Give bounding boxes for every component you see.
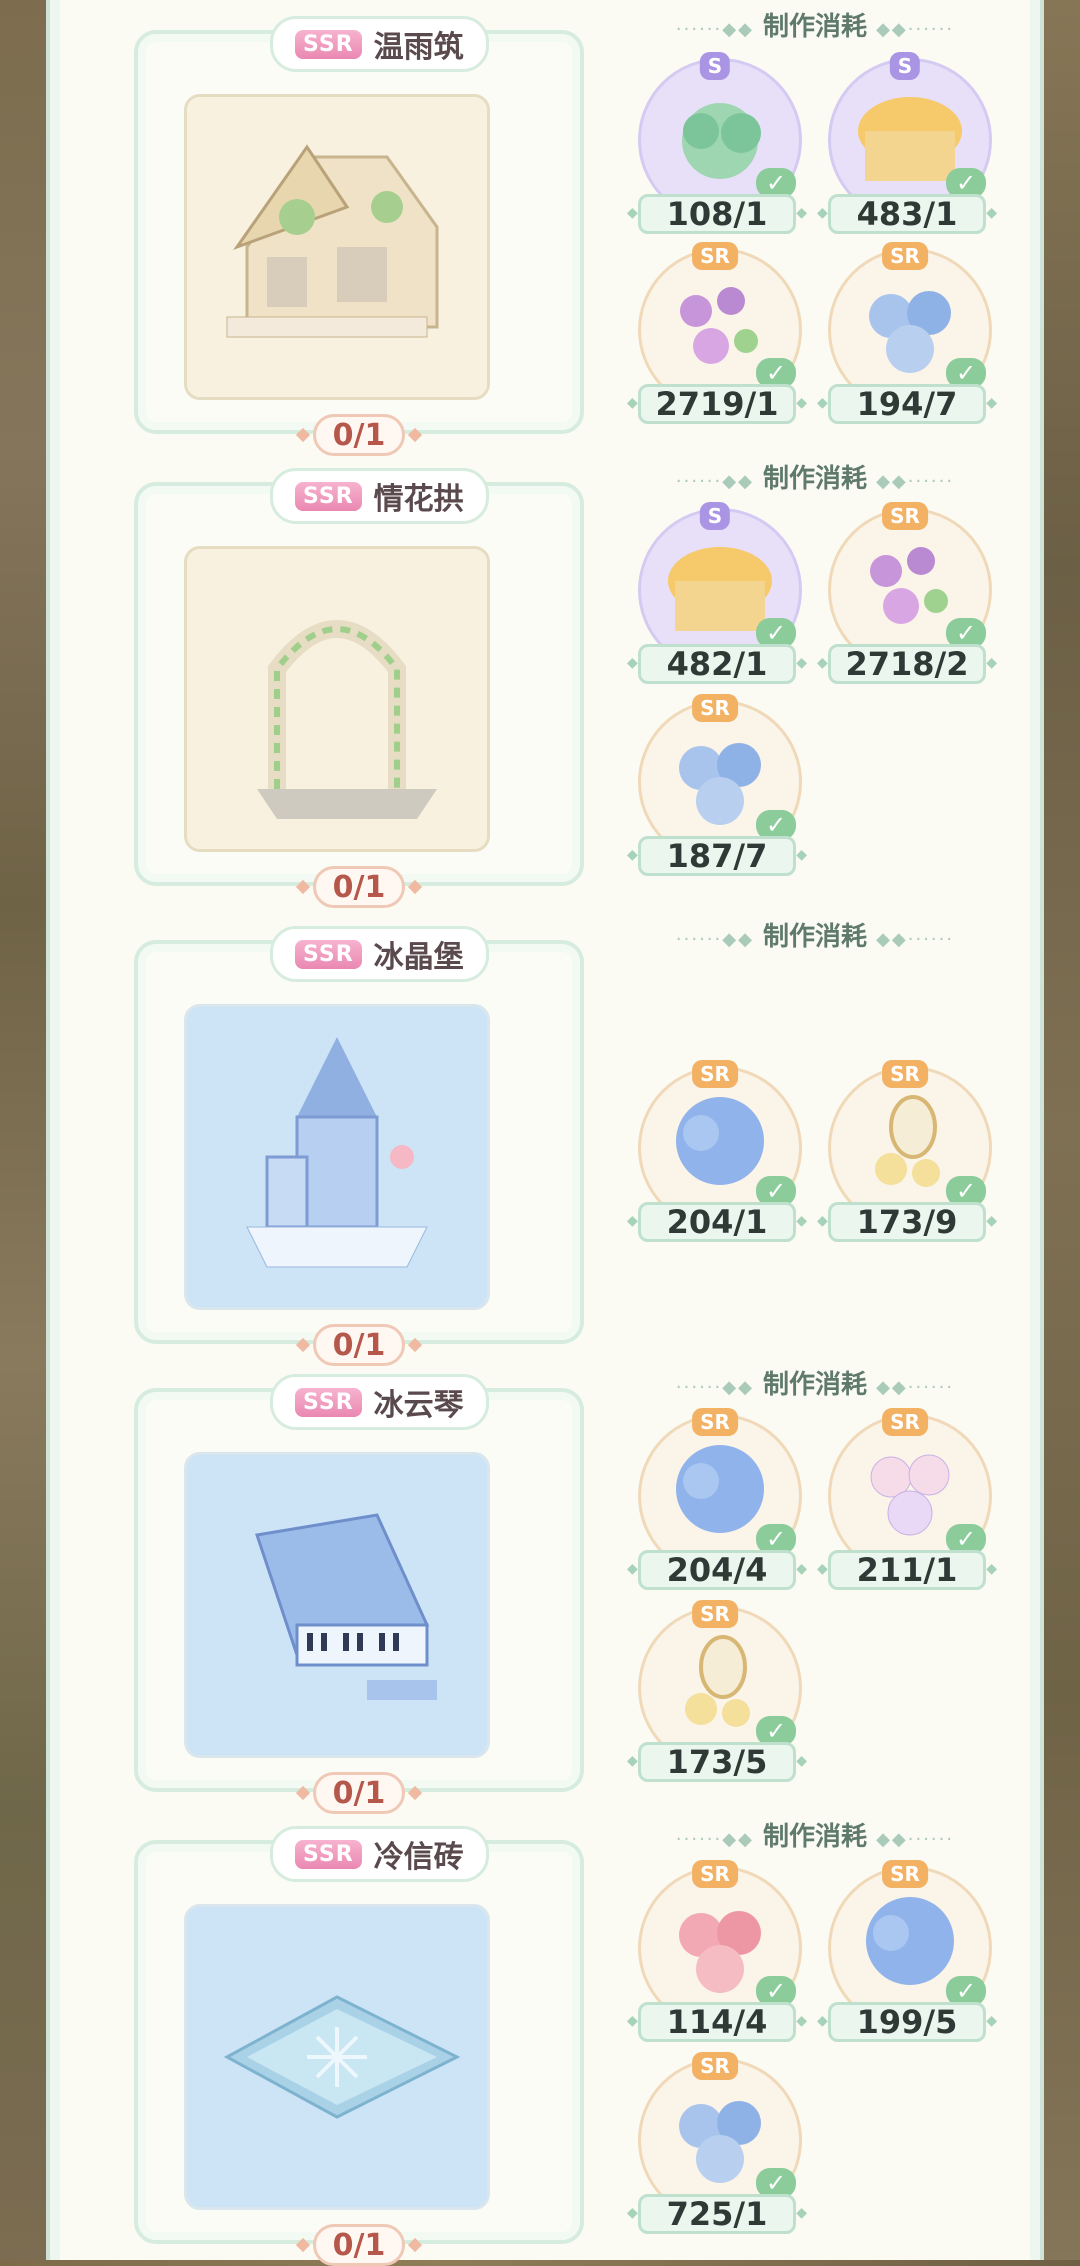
owned-count: 0/1: [313, 1772, 405, 1814]
grade-badge: SR: [692, 1860, 738, 1888]
grade-badge: SR: [692, 1408, 738, 1436]
grade-badge: SR: [692, 242, 738, 270]
materials-header: ······◆◆ 制作消耗 ◆◆······: [675, 12, 955, 42]
item-name: 情花拱: [373, 482, 464, 517]
ice-castle-image: [184, 1004, 490, 1310]
material-quantity: 199/5: [817, 2002, 997, 2042]
material-quantity: 482/1: [627, 644, 807, 684]
material-slot[interactable]: SR ✓ 187/7: [627, 694, 807, 880]
item-title: SSR 冰云琴: [270, 1374, 489, 1430]
grade-badge: S: [699, 502, 731, 530]
item-card[interactable]: SSR 冰云琴 0/1: [134, 1374, 584, 1814]
ssr-badge: SSR: [295, 939, 362, 969]
material-quantity: 211/1: [817, 1550, 997, 1590]
item-name: 温雨筑: [373, 30, 464, 65]
grade-badge: SR: [882, 1408, 928, 1436]
material-quantity: 114/4: [627, 2002, 807, 2042]
backdrop-left: [0, 0, 48, 2260]
ice-piano-image: [184, 1452, 490, 1758]
material-slot[interactable]: SR ✓ 204/4: [627, 1408, 807, 1594]
owned-count: 0/1: [313, 866, 405, 908]
item-title: SSR 冷信砖: [270, 1826, 489, 1882]
material-slot[interactable]: S ✓ 483/1: [817, 52, 997, 238]
material-quantity: 204/1: [627, 1202, 807, 1242]
item-card[interactable]: SSR 温雨筑 0/1: [134, 16, 584, 456]
grade-badge: SR: [692, 2052, 738, 2080]
material-quantity: 173/5: [627, 1742, 807, 1782]
ssr-badge: SSR: [295, 1839, 362, 1869]
material-slot[interactable]: SR ✓ 199/5: [817, 1860, 997, 2046]
material-slot[interactable]: S ✓ 482/1: [627, 502, 807, 688]
material-quantity: 194/7: [817, 384, 997, 424]
item-card[interactable]: SSR 情花拱 0/1: [134, 468, 584, 908]
flower-arch-image: [184, 546, 490, 852]
grade-badge: SR: [882, 502, 928, 530]
item-title: SSR 温雨筑: [270, 16, 489, 72]
grade-badge: S: [889, 52, 921, 80]
item-title: SSR 情花拱: [270, 468, 489, 524]
materials-header: ······◆◆ 制作消耗 ◆◆······: [675, 922, 955, 952]
grade-badge: SR: [692, 694, 738, 722]
material-quantity: 204/4: [627, 1550, 807, 1590]
grade-badge: SR: [692, 1060, 738, 1088]
materials-header: ······◆◆ 制作消耗 ◆◆······: [675, 464, 955, 494]
item-name: 冰晶堡: [373, 940, 464, 975]
owned-count: 0/1: [313, 1324, 405, 1366]
item-name: 冰云琴: [373, 1388, 464, 1423]
material-slot[interactable]: SR ✓ 204/1: [627, 1060, 807, 1246]
grade-badge: S: [699, 52, 731, 80]
material-quantity: 725/1: [627, 2194, 807, 2234]
materials-header: ······◆◆ 制作消耗 ◆◆······: [675, 1822, 955, 1852]
material-slot[interactable]: SR ✓ 211/1: [817, 1408, 997, 1594]
item-name: 冷信砖: [373, 1840, 464, 1875]
item-card[interactable]: SSR 冷信砖 0/1: [134, 1826, 584, 2266]
material-quantity: 108/1: [627, 194, 807, 234]
material-quantity: 483/1: [817, 194, 997, 234]
material-slot[interactable]: SR ✓ 173/5: [627, 1600, 807, 1786]
materials-header: ······◆◆ 制作消耗 ◆◆······: [675, 1370, 955, 1400]
grade-badge: SR: [692, 1600, 738, 1628]
item-card[interactable]: SSR 冰晶堡 0/1: [134, 926, 584, 1366]
material-slot[interactable]: SR ✓ 194/7: [817, 242, 997, 428]
cottage-house-image: [184, 94, 490, 400]
material-quantity: 2718/2: [817, 644, 997, 684]
ssr-badge: SSR: [295, 1387, 362, 1417]
ssr-badge: SSR: [295, 29, 362, 59]
material-slot[interactable]: SR ✓ 725/1: [627, 2052, 807, 2238]
material-quantity: 187/7: [627, 836, 807, 876]
material-quantity: 2719/1: [627, 384, 807, 424]
item-title: SSR 冰晶堡: [270, 926, 489, 982]
grade-badge: SR: [882, 1860, 928, 1888]
material-slot[interactable]: S ✓ 108/1: [627, 52, 807, 238]
material-slot[interactable]: SR ✓ 2718/2: [817, 502, 997, 688]
grade-badge: SR: [882, 242, 928, 270]
material-slot[interactable]: SR ✓ 173/9: [817, 1060, 997, 1246]
grade-badge: SR: [882, 1060, 928, 1088]
material-slot[interactable]: SR ✓ 2719/1: [627, 242, 807, 428]
material-quantity: 173/9: [817, 1202, 997, 1242]
crafting-list-panel[interactable]: SSR 温雨筑 0/1 ······◆◆ 制作消耗 ◆◆······ S ✓ ◆…: [46, 0, 1044, 2266]
material-slot[interactable]: SR ✓ 114/4: [627, 1860, 807, 2046]
ssr-badge: SSR: [295, 481, 362, 511]
owned-count: 0/1: [313, 414, 405, 456]
snowflake-tile-image: [184, 1904, 490, 2210]
